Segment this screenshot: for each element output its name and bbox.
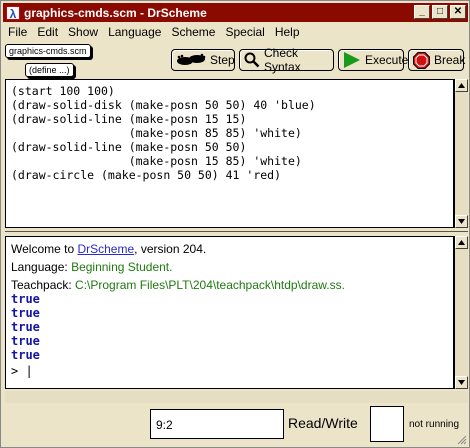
menu-help[interactable]: Help — [270, 24, 305, 41]
menu-bar: File Edit Show Language Scheme Special H… — [3, 24, 305, 41]
interactions-scrollbar[interactable] — [454, 236, 468, 389]
code-line: (draw-circle (make-posn 50 50) 41 'red) — [11, 168, 282, 182]
step-label: Step — [210, 53, 235, 67]
execute-label: Execute — [365, 53, 409, 67]
read-write-status[interactable]: Read/Write — [288, 415, 358, 431]
welcome-line: Welcome to DrScheme, version 204. — [11, 242, 207, 256]
menu-language[interactable]: Language — [103, 24, 166, 41]
running-status: not running — [409, 419, 460, 430]
title-bar[interactable]: λ graphics-cmds.scm - DrScheme _ □ ✕ — [3, 3, 468, 22]
result-line: true — [11, 334, 40, 348]
check-syntax-button[interactable]: Check Syntax — [239, 46, 334, 74]
footprint-icon — [176, 53, 206, 67]
teachpack-value: C:\Program Files\PLT\204\teachpack\htdp\… — [75, 278, 345, 292]
menu-file[interactable]: File — [3, 24, 32, 41]
drscheme-window: λ graphics-cmds.scm - DrScheme _ □ ✕ Fil… — [0, 0, 470, 448]
code-line: (draw-solid-line (make-posn 15 15) — [11, 112, 247, 126]
code-line: (draw-solid-disk (make-posn 50 50) 40 'b… — [11, 98, 316, 112]
magnifier-icon — [244, 52, 260, 68]
menu-special[interactable]: Special — [220, 24, 269, 41]
break-label: Break — [434, 53, 466, 67]
break-button[interactable]: Break — [408, 49, 466, 71]
language-line: Language: Beginning Student. — [11, 260, 173, 274]
stop-icon — [413, 51, 430, 69]
minimize-button[interactable]: _ — [414, 5, 430, 19]
window-controls: _ □ ✕ — [414, 5, 466, 19]
scroll-up-arrow-icon[interactable] — [455, 236, 468, 249]
menu-scheme[interactable]: Scheme — [166, 24, 220, 41]
definitions-editor[interactable]: (start 100 100) (draw-solid-disk (make-po… — [5, 79, 454, 228]
resize-grip-icon[interactable] — [457, 435, 467, 445]
drscheme-link[interactable]: DrScheme — [77, 242, 134, 256]
code-line: (make-posn 15 85) 'white) — [11, 154, 302, 168]
cursor-position: 9:2 — [150, 409, 284, 439]
execute-button[interactable]: Execute — [338, 49, 408, 71]
step-button[interactable]: Step — [171, 49, 235, 71]
language-value: Beginning Student. — [71, 260, 173, 274]
define-menu-button[interactable]: (define ...) — [25, 63, 74, 77]
code-line: (draw-solid-line (make-posn 50 50) — [11, 140, 247, 154]
result-line: true — [11, 320, 40, 334]
result-line: true — [11, 292, 40, 306]
menu-edit[interactable]: Edit — [32, 24, 63, 41]
code-line: (make-posn 85 85) 'white) — [11, 126, 302, 140]
pane-divider[interactable] — [5, 231, 468, 232]
play-icon — [343, 52, 361, 68]
result-line: true — [11, 348, 40, 362]
bottom-gutter — [5, 391, 468, 403]
maximize-button[interactable]: □ — [432, 5, 448, 19]
menu-show[interactable]: Show — [63, 24, 103, 41]
window-title: graphics-cmds.scm - DrScheme — [24, 5, 207, 20]
scroll-up-arrow-icon[interactable] — [455, 79, 468, 92]
close-button[interactable]: ✕ — [450, 5, 466, 19]
gc-indicator — [370, 406, 404, 442]
definitions-scrollbar[interactable] — [454, 79, 468, 228]
code-line: (start 100 100) — [11, 84, 115, 98]
result-line: true — [11, 306, 40, 320]
interactions-pane[interactable]: Welcome to DrScheme, version 204. Langua… — [5, 236, 454, 389]
repl-prompt[interactable]: > | — [11, 364, 448, 378]
scroll-down-arrow-icon[interactable] — [455, 376, 468, 389]
scroll-down-arrow-icon[interactable] — [455, 215, 468, 228]
check-syntax-label: Check Syntax — [264, 46, 301, 74]
filename-button[interactable]: graphics-cmds.scm — [5, 44, 91, 58]
drscheme-lambda-icon: λ — [6, 5, 20, 21]
teachpack-line: Teachpack: C:\Program Files\PLT\204\teac… — [11, 278, 345, 292]
